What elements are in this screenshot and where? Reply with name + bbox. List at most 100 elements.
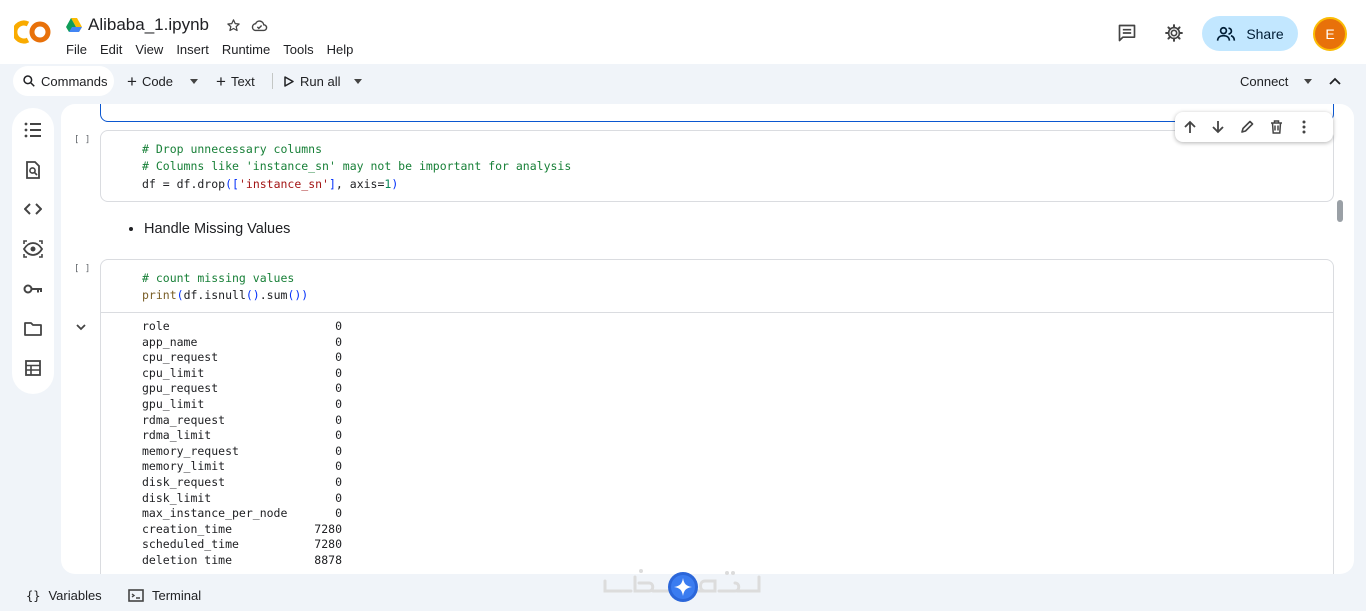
output-column-name: memory_request [142, 443, 239, 458]
commands-label: Commands [41, 73, 108, 89]
menu-view[interactable]: View [135, 42, 163, 57]
output-row: rdma_limit 0 [142, 428, 342, 444]
share-button[interactable]: Share [1202, 16, 1298, 51]
output-missing-count: 0 [335, 396, 342, 411]
comment-icon[interactable] [1116, 22, 1138, 44]
menu-file[interactable]: File [66, 42, 87, 57]
gear-icon[interactable] [1163, 22, 1185, 44]
table-icon[interactable] [22, 357, 44, 379]
terminal-icon [128, 589, 144, 602]
output-column-name: deletion time [142, 552, 233, 567]
play-icon [284, 75, 294, 87]
collapse-header-button[interactable] [1329, 71, 1341, 91]
connect-label: Connect [1240, 73, 1289, 89]
arrow-up-icon[interactable] [1182, 119, 1198, 135]
code-paren: ) [391, 176, 399, 191]
menu-edit[interactable]: Edit [100, 42, 122, 57]
star-icon[interactable] [225, 16, 243, 34]
menu-help[interactable]: Help [327, 42, 354, 57]
output-column-name: cpu_limit [142, 365, 205, 380]
key-icon[interactable] [22, 278, 44, 300]
run-cell-button[interactable]: [ ] [74, 135, 90, 145]
output-row: gpu_request 0 [142, 381, 342, 397]
code-cell[interactable]: # Drop unnecessary columns # Columns like… [100, 130, 1334, 202]
output-row: rdma_request 0 [142, 413, 342, 429]
code-icon[interactable] [22, 198, 44, 220]
run-cell-button[interactable]: [ ] [74, 264, 90, 274]
code-line-drop: df = df.drop(['instance_sn'], axis=1) [142, 176, 1333, 193]
doc-title[interactable]: Alibaba_1.ipynb [88, 15, 209, 35]
people-icon [1217, 26, 1236, 41]
code-bracket: ] [328, 176, 336, 191]
trash-icon[interactable] [1268, 119, 1284, 135]
commands-button[interactable]: Commands [13, 66, 115, 96]
output-missing-count: 0 [335, 365, 342, 380]
toc-icon[interactable] [22, 119, 44, 141]
code-label: Code [141, 73, 174, 89]
scrollbar-thumb[interactable] [1337, 200, 1343, 222]
connect-button[interactable]: Connect [1240, 71, 1288, 91]
pencil-icon[interactable] [1239, 119, 1255, 135]
output-column-name: scheduled_time [142, 537, 239, 552]
drive-icon[interactable] [66, 18, 82, 32]
code-editor[interactable]: # Drop unnecessary columns # Columns like… [101, 131, 1333, 193]
output-missing-count: 0 [335, 428, 342, 443]
output-row: scheduled_time 7280 [142, 537, 342, 553]
menu-tools[interactable]: Tools [283, 42, 313, 57]
code-editor[interactable]: # count missing values print(df.isnull().… [101, 260, 1333, 305]
output-column-name: rdma_limit [142, 428, 212, 443]
output-row: deletion time 8878 [142, 553, 342, 569]
output-row: max_instance_per_node 0 [142, 506, 342, 522]
output-row: disk_limit 0 [142, 491, 342, 507]
watermark-logo [603, 569, 761, 602]
output-column-name: rdma_request [142, 412, 226, 427]
output-missing-count: 0 [335, 459, 342, 474]
code-token: df = df.drop [142, 176, 226, 191]
output-missing-count: 0 [335, 443, 342, 458]
menu-runtime[interactable]: Runtime [222, 42, 270, 57]
variables-button[interactable]: {} Variables [26, 588, 102, 603]
output-row: role 0 [142, 319, 342, 335]
bullet-marker [129, 227, 133, 231]
avatar[interactable]: E [1313, 17, 1347, 51]
eye-icon[interactable] [22, 238, 44, 260]
output-missing-count: 0 [335, 474, 342, 489]
terminal-label: Terminal [152, 588, 202, 603]
menu-insert[interactable]: Insert [176, 42, 209, 57]
output-column-name: creation_time [142, 521, 233, 536]
colab-logo[interactable] [14, 18, 52, 46]
plus-icon: + [216, 71, 226, 91]
output-missing-count: 0 [335, 506, 342, 521]
output-missing-count: 0 [335, 490, 342, 505]
cloud-icon[interactable] [251, 16, 269, 34]
code-paren: () [245, 288, 260, 303]
search-icon [23, 75, 35, 87]
notebook-panel: [ ] # Drop unnecessary columns # Columns … [61, 104, 1354, 574]
folder-icon[interactable] [22, 317, 44, 339]
arrow-down-icon[interactable] [1210, 119, 1226, 135]
output-row: app_name 0 [142, 335, 342, 351]
previous-cell[interactable] [100, 104, 1334, 122]
add-cell-dropdown[interactable] [190, 71, 198, 91]
output-column-name: role [142, 319, 170, 333]
output-column-name: app_name [142, 334, 198, 349]
text-label: Text [230, 73, 255, 89]
connect-dropdown[interactable] [1304, 71, 1312, 91]
run-all-button[interactable]: Run all [284, 71, 340, 91]
find-icon[interactable] [22, 159, 44, 181]
output-row: disk_request 0 [142, 475, 342, 491]
run-all-dropdown[interactable] [354, 71, 362, 91]
output-column-name: disk_limit [142, 490, 212, 505]
more-icon[interactable] [1296, 119, 1312, 135]
cell-toolbar [1175, 112, 1333, 142]
terminal-button[interactable]: Terminal [128, 588, 201, 603]
code-line-comment: # Drop unnecessary columns [142, 142, 323, 156]
output-missing-count: 7280 [314, 537, 342, 552]
add-code-button[interactable]: + Code [127, 71, 173, 91]
toolbar-divider [272, 73, 273, 89]
output-row: creation_time 7280 [142, 522, 342, 538]
code-token: df.isnull [183, 288, 246, 303]
output-divider [100, 312, 1334, 313]
add-text-button[interactable]: + Text [216, 71, 255, 91]
chevron-down-icon[interactable] [74, 320, 88, 334]
